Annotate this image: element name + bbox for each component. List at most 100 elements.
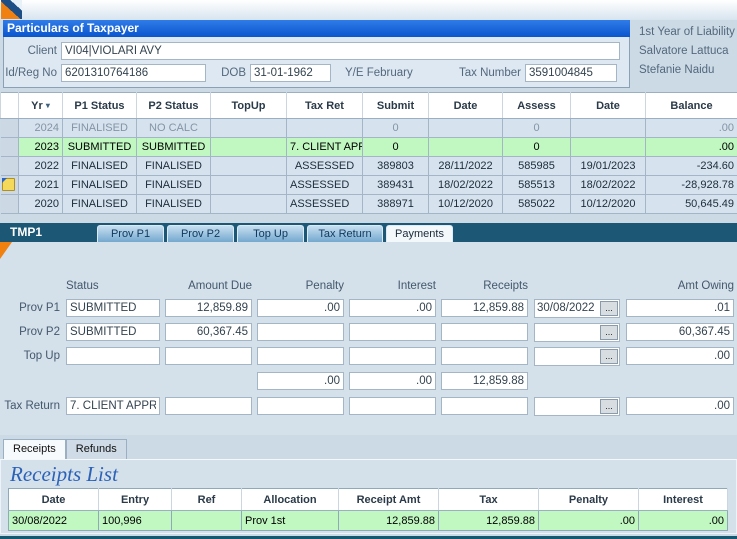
client-input[interactable] (61, 42, 620, 60)
top-up-interest-field[interactable] (349, 347, 436, 365)
prov-p2-date-field: ... (534, 323, 620, 342)
prov-p2-amount-due-field[interactable] (165, 323, 252, 341)
col-header-balance[interactable]: Balance (646, 93, 737, 119)
prov-p2-status-field[interactable] (66, 323, 160, 341)
receipts-col-ref[interactable]: Ref (172, 489, 242, 511)
interest-column-label: Interest (349, 280, 436, 296)
top-up-amount-due-field[interactable] (165, 347, 252, 365)
top-up-date-lookup-button[interactable]: ... (600, 349, 618, 364)
col-header-submit[interactable]: Submit (363, 93, 429, 119)
tab-refunds[interactable]: Refunds (66, 439, 127, 459)
note-icon[interactable] (2, 178, 15, 191)
tab-payments[interactable]: Payments (386, 225, 453, 242)
prov-p2-interest-field[interactable] (349, 323, 436, 341)
col-header-taxret[interactable]: Tax Ret (287, 93, 363, 119)
assignment-info: 1st Year of Liability Salvatore Lattuca … (630, 20, 737, 88)
table-row-2020[interactable]: 2020 FINALISED FINALISED ASSESSED 388971… (1, 195, 737, 214)
receipts-col-receipt-amt[interactable]: Receipt Amt (339, 489, 439, 511)
top-up-penalty-field[interactable] (257, 347, 344, 365)
receipts-header-row: Date Entry Ref Allocation Receipt Amt Ta… (9, 489, 728, 511)
idreg-input[interactable] (61, 64, 206, 82)
col-header-p2-status[interactable]: P2 Status (137, 93, 211, 119)
total-interest-field[interactable] (349, 372, 436, 390)
total-penalty-field[interactable] (257, 372, 344, 390)
total-receipts-field[interactable] (441, 372, 528, 390)
tax-return-status-field[interactable] (66, 397, 160, 415)
tax-return-receipts-field[interactable] (441, 397, 528, 415)
template-name: TMP1 (0, 225, 52, 241)
top-up-row: Top Up ... (0, 346, 737, 366)
receipts-col-allocation[interactable]: Allocation (242, 489, 339, 511)
col-header-topup[interactable]: TopUp (211, 93, 287, 119)
top-up-date-input[interactable] (535, 350, 600, 362)
receipts-list-title: Receipts List (8, 461, 729, 488)
grid-header-row: Yr ▾ P1 Status P2 Status TopUp Tax Ret S… (1, 93, 737, 119)
tax-return-date-field: ... (534, 397, 620, 416)
receipts-col-entry[interactable]: Entry (99, 489, 172, 511)
tab-top-up[interactable]: Top Up (237, 225, 304, 242)
prov-p1-interest-field[interactable] (349, 299, 436, 317)
partner-name: Salvatore Lattuca (639, 42, 737, 61)
receipts-col-interest[interactable]: Interest (639, 489, 728, 511)
tax-number-input[interactable] (525, 64, 617, 82)
receipts-col-penalty[interactable]: Penalty (539, 489, 639, 511)
receipts-row[interactable]: 30/08/2022 100,996 Prov 1st 12,859.88 12… (9, 511, 728, 531)
col-header-p1-status[interactable]: P1 Status (63, 93, 137, 119)
prov-p1-amount-due-field[interactable] (165, 299, 252, 317)
prov-p1-date-input[interactable] (535, 302, 600, 314)
tab-tax-return[interactable]: Tax Return (307, 225, 383, 242)
tax-return-amt-owing-field[interactable] (626, 397, 734, 415)
row-selector-header (1, 93, 19, 119)
prov-p2-label: Prov P2 (0, 326, 63, 338)
prov-p2-receipts-field[interactable] (441, 323, 528, 341)
prov-p1-penalty-field[interactable] (257, 299, 344, 317)
liability-year-text: 1st Year of Liability (639, 23, 737, 42)
prov-p1-date-lookup-button[interactable]: ... (600, 301, 618, 316)
amount-due-column-label: Amount Due (165, 280, 252, 296)
dob-input[interactable] (250, 64, 331, 82)
top-up-label: Top Up (0, 350, 63, 362)
tax-return-date-lookup-button[interactable]: ... (600, 399, 618, 414)
receipts-panel: Receipts List Date Entry Ref Allocation … (0, 459, 737, 534)
prov-p2-date-lookup-button[interactable]: ... (600, 325, 618, 340)
receipts-column-label: Receipts (441, 280, 528, 296)
top-up-status-field[interactable] (66, 347, 160, 365)
prov-p2-penalty-field[interactable] (257, 323, 344, 341)
col-header-yr[interactable]: Yr ▾ (19, 93, 63, 119)
prov-p2-amt-owing-field[interactable] (626, 323, 734, 341)
tax-years-grid: Yr ▾ P1 Status P2 Status TopUp Tax Ret S… (0, 92, 737, 214)
totals-row (0, 371, 737, 391)
table-row-2022[interactable]: 2022 FINALISED FINALISED ASSESSED 389803… (1, 157, 737, 176)
penalty-column-label: Penalty (257, 280, 344, 296)
tax-return-row: Tax Return ... (0, 396, 737, 416)
prov-p1-receipts-field[interactable] (441, 299, 528, 317)
prov-p2-date-input[interactable] (535, 326, 600, 338)
tax-return-label: Tax Return (0, 400, 63, 412)
sort-arrow-icon[interactable]: ▾ (46, 101, 50, 110)
prov-p1-status-field[interactable] (66, 299, 160, 317)
table-row-2021[interactable]: 2021 FINALISED FINALISED ASSESSED 389431… (1, 176, 737, 195)
tab-prov-p1[interactable]: Prov P1 (97, 225, 164, 242)
tax-return-amount-due-field[interactable] (165, 397, 252, 415)
tax-return-date-input[interactable] (535, 400, 600, 412)
top-up-receipts-field[interactable] (441, 347, 528, 365)
table-row-2023-selected[interactable]: 2023 SUBMITTED SUBMITTED 7. CLIENT APP 0… (1, 138, 737, 157)
tax-return-penalty-field[interactable] (257, 397, 344, 415)
prov-p1-date-field: ... (534, 299, 620, 318)
table-row-2024[interactable]: 2024 FINALISED NO CALC 0 0 .00 (1, 119, 737, 138)
receipts-col-date[interactable]: Date (9, 489, 99, 511)
tab-prov-p2[interactable]: Prov P2 (167, 225, 234, 242)
status-column-label: Status (66, 280, 160, 296)
top-up-amt-owing-field[interactable] (626, 347, 734, 365)
dob-label: DOB (206, 67, 250, 79)
tab-receipts[interactable]: Receipts (3, 439, 66, 459)
prov-p1-amt-owing-field[interactable] (626, 299, 734, 317)
year-end-label: Y/E February (331, 67, 422, 79)
prov-p1-row: Prov P1 ... (0, 298, 737, 318)
tax-return-interest-field[interactable] (349, 397, 436, 415)
col-header-date2[interactable]: Date (571, 93, 646, 119)
col-header-assess[interactable]: Assess (503, 93, 571, 119)
tax-number-label: Tax Number (422, 67, 525, 79)
receipts-col-tax[interactable]: Tax (439, 489, 539, 511)
col-header-date1[interactable]: Date (429, 93, 503, 119)
